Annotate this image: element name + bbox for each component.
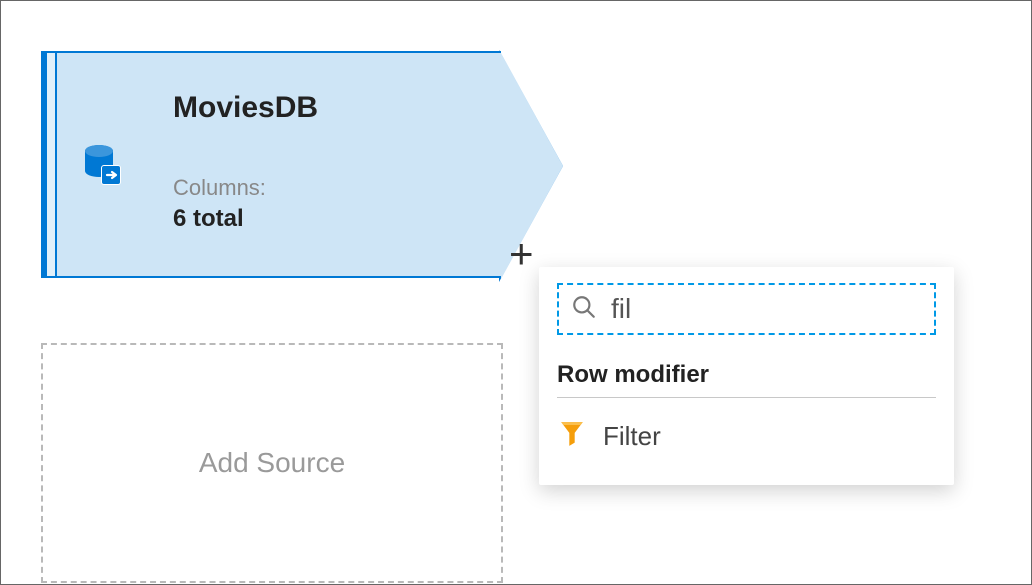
source-columns-label: Columns:	[173, 175, 477, 201]
search-input[interactable]	[611, 293, 922, 325]
add-source-label: Add Source	[199, 447, 345, 479]
dropdown-item-label: Filter	[603, 421, 661, 452]
source-node-body: MoviesDB Columns: 6 total	[149, 51, 501, 278]
source-columns-value: 6 total	[173, 205, 477, 233]
database-arrow-icon	[81, 143, 125, 187]
source-node-icon-column	[55, 51, 149, 278]
dropdown-section-header: Row modifier	[557, 361, 936, 398]
search-icon	[571, 294, 597, 325]
source-node-gap	[47, 51, 55, 278]
source-node[interactable]: MoviesDB Columns: 6 total	[41, 51, 501, 278]
transform-dropdown: Row modifier Filter	[539, 267, 954, 485]
add-step-button[interactable]: +	[509, 233, 534, 275]
funnel-icon	[559, 420, 585, 453]
dropdown-item-filter[interactable]: Filter	[557, 414, 936, 459]
source-title: MoviesDB	[173, 91, 477, 125]
add-source-button[interactable]: Add Source	[41, 343, 503, 583]
search-box[interactable]	[557, 283, 936, 335]
